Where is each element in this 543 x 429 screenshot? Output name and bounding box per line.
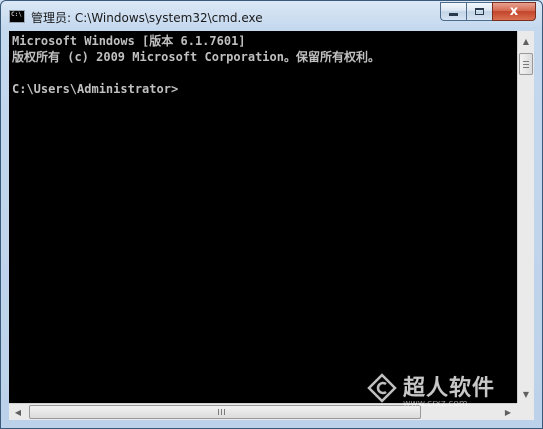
horizontal-scroll-thumb[interactable]	[29, 405, 421, 419]
window-title: 管理员: C:\Windows\system32\cmd.exe	[31, 11, 263, 25]
close-icon: x	[509, 4, 519, 19]
cmd-icon[interactable]: C:\	[9, 10, 25, 23]
minimize-button[interactable]	[440, 2, 466, 21]
vertical-scroll-thumb[interactable]	[519, 53, 533, 75]
console-line: Microsoft Windows [版本 6.1.7601]	[12, 34, 246, 48]
console-prompt: C:\Users\Administrator>	[12, 82, 179, 96]
scroll-right-arrow-icon[interactable]: ▶	[500, 404, 516, 420]
maximize-button[interactable]	[466, 2, 492, 21]
maximize-icon	[475, 8, 484, 15]
scroll-left-arrow-icon[interactable]: ◀	[10, 404, 26, 420]
vertical-scrollbar[interactable]: ▲ ▼	[517, 31, 534, 403]
caption-buttons: x	[440, 2, 536, 22]
cmd-window: C:\ 管理员: C:\Windows\system32\cmd.exe x M…	[0, 0, 543, 429]
horizontal-scrollbar[interactable]: ◀ ▶	[9, 403, 517, 420]
grip-icon	[218, 409, 225, 415]
console-output[interactable]: Microsoft Windows [版本 6.1.7601] 版权所有 (c)…	[9, 31, 517, 403]
scroll-down-arrow-icon[interactable]: ▼	[518, 386, 534, 402]
title-bar[interactable]: C:\ 管理员: C:\Windows\system32\cmd.exe x	[1, 1, 542, 31]
minimize-icon	[449, 13, 458, 16]
close-button[interactable]: x	[492, 2, 536, 21]
resize-grip-icon[interactable]	[517, 403, 534, 420]
grip-icon	[523, 61, 529, 68]
console-line: 版权所有 (c) 2009 Microsoft Corporation。保留所有…	[12, 50, 380, 64]
scroll-up-arrow-icon[interactable]: ▲	[518, 33, 534, 49]
